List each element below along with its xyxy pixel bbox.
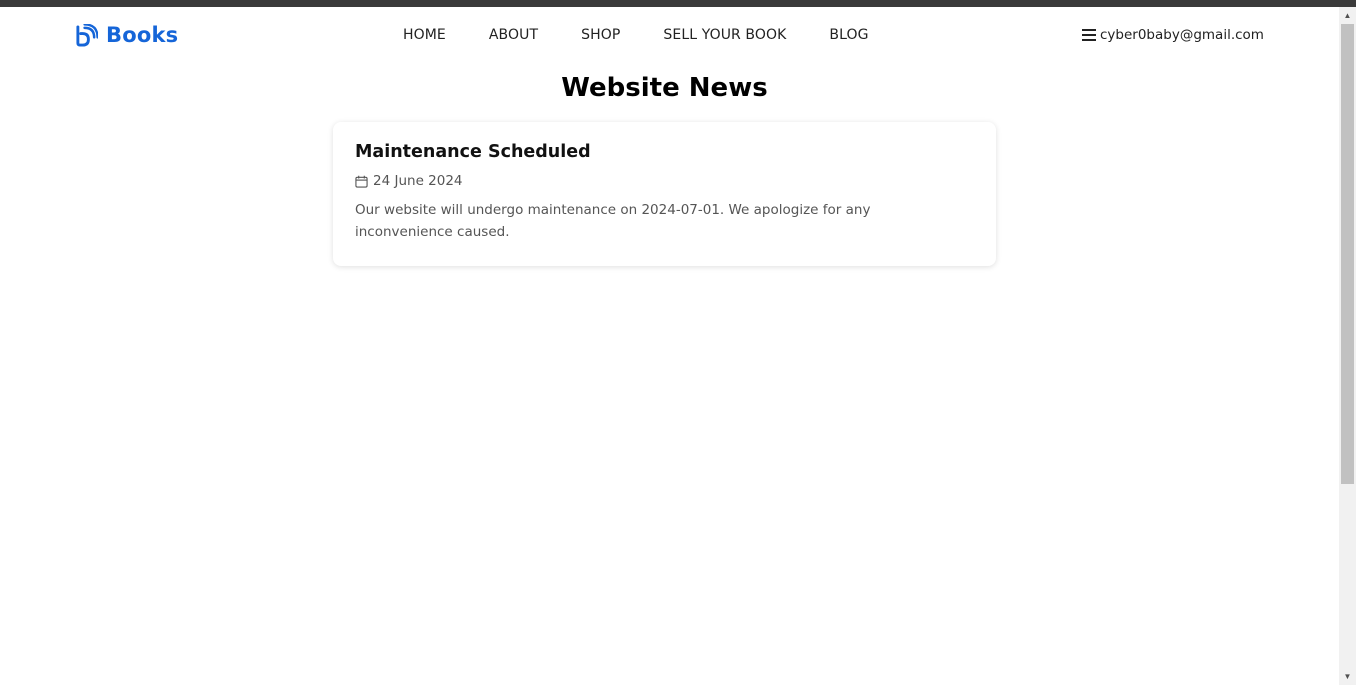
hamburger-menu-icon: [1082, 29, 1096, 41]
news-card: Maintenance Scheduled 24 June 2024 Our w…: [333, 122, 996, 266]
nav-about[interactable]: ABOUT: [489, 27, 538, 43]
page-title: Website News: [561, 73, 768, 103]
account-email: cyber0baby@gmail.com: [1100, 27, 1264, 43]
news-date-text: 24 June 2024: [373, 173, 463, 189]
scrollbar-thumb[interactable]: [1341, 24, 1354, 484]
vertical-scrollbar[interactable]: ▲ ▼: [1339, 7, 1356, 685]
page: Books HOME ABOUT SHOP SELL YOUR BOOK BLO…: [0, 7, 1339, 685]
account-menu-button[interactable]: cyber0baby@gmail.com: [1082, 27, 1264, 43]
brand-name: Books: [106, 23, 179, 47]
navbar: Books HOME ABOUT SHOP SELL YOUR BOOK BLO…: [0, 7, 1339, 65]
scroll-up-arrow-icon[interactable]: ▲: [1339, 7, 1356, 24]
news-title: Maintenance Scheduled: [355, 142, 591, 162]
nav-sell-your-book[interactable]: SELL YOUR BOOK: [663, 27, 786, 43]
nav-home[interactable]: HOME: [403, 27, 446, 43]
news-body: Our website will undergo maintenance on …: [355, 202, 871, 240]
brand-logo-link[interactable]: Books: [75, 23, 178, 47]
nav-shop[interactable]: SHOP: [581, 27, 620, 43]
news-date: 24 June 2024: [355, 173, 974, 189]
main-menu: HOME ABOUT SHOP SELL YOUR BOOK BLOG: [403, 27, 912, 43]
browser-top-bar: [0, 0, 1356, 7]
nav-blog[interactable]: BLOG: [829, 27, 868, 43]
scroll-down-arrow-icon[interactable]: ▼: [1339, 668, 1356, 685]
calendar-icon: [355, 175, 368, 188]
wifi-b-logo-icon: [76, 23, 98, 47]
